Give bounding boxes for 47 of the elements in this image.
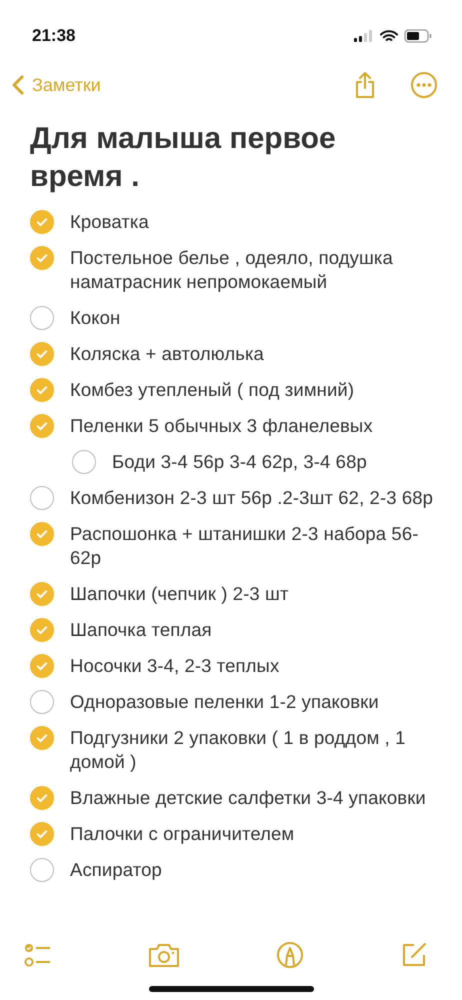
status-time: 21:38	[32, 26, 76, 46]
checked-circle-icon[interactable]	[30, 786, 54, 810]
markup-pen-icon[interactable]	[276, 941, 304, 969]
checked-circle-icon[interactable]	[30, 522, 54, 546]
compose-icon[interactable]	[400, 941, 428, 969]
checked-circle-icon[interactable]	[30, 822, 54, 846]
checklist-item-text: Комбенизон 2-3 шт 56р .2-3шт 62, 2-3 68р	[70, 486, 433, 510]
checklist-item-text: Постельное белье , одеяло, подушка наматрасник непромокаемый	[70, 246, 394, 294]
checklist-item-text: Одноразовые пеленки 1-2 упаковки	[70, 690, 379, 714]
checklist-item-text: Комбез утепленый ( под зимний)	[70, 378, 354, 402]
checklist-icon[interactable]	[24, 942, 52, 968]
empty-circle-icon[interactable]	[30, 858, 54, 882]
checked-circle-icon[interactable]	[30, 582, 54, 606]
note-title: Для малыша первое время .	[30, 121, 337, 195]
checked-circle-icon[interactable]	[30, 726, 54, 750]
camera-icon[interactable]	[148, 942, 180, 968]
empty-circle-icon[interactable]	[72, 450, 96, 474]
checklist-item-text: Боди 3-4 56р 3-4 62р, 3-4 68р	[112, 450, 367, 474]
checked-circle-icon[interactable]	[30, 654, 54, 678]
checked-circle-icon[interactable]	[30, 618, 54, 642]
checklist-item-text: Аспиратор	[70, 858, 162, 882]
chevron-left-icon	[12, 75, 24, 95]
checklist-item-text: Кроватка	[70, 210, 149, 234]
checked-circle-icon[interactable]	[30, 246, 54, 270]
more-icon[interactable]	[410, 71, 438, 99]
checklist-item-text: Распошонка + штанишки 2-3 набора 56-62р	[70, 522, 420, 570]
checklist-item-text: Пеленки 5 обычных 3 фланелевых	[70, 414, 373, 438]
empty-circle-icon[interactable]	[30, 306, 54, 330]
back-button[interactable]: Заметки	[12, 74, 101, 96]
empty-circle-icon[interactable]	[30, 486, 54, 510]
checklist-item-text: Шапочки (чепчик ) 2-3 шт	[70, 582, 289, 606]
empty-circle-icon[interactable]	[30, 690, 54, 714]
checklist-item-text: Коляска + автолюлька	[70, 342, 264, 366]
checklist-item-text: Носочки 3-4, 2-3 теплых	[70, 654, 280, 678]
signal-icon	[354, 30, 374, 42]
checked-circle-icon[interactable]	[30, 414, 54, 438]
checklist-item-text: Влажные детские салфетки 3-4 упаковки	[70, 786, 426, 810]
checklist-item-text: Шапочка теплая	[70, 618, 212, 642]
checklist-item-text: Подгузники 2 упаковки ( 1 в роддом , 1 домой )	[70, 726, 407, 774]
checklist-item-text: Палочки с ограничителем	[70, 822, 294, 846]
checked-circle-icon[interactable]	[30, 210, 54, 234]
share-icon[interactable]	[354, 71, 376, 99]
wifi-icon	[380, 30, 398, 42]
battery-icon	[404, 29, 432, 43]
checked-circle-icon[interactable]	[30, 378, 54, 402]
checklist-item-text: Кокон	[70, 306, 120, 330]
checked-circle-icon[interactable]	[30, 342, 54, 366]
